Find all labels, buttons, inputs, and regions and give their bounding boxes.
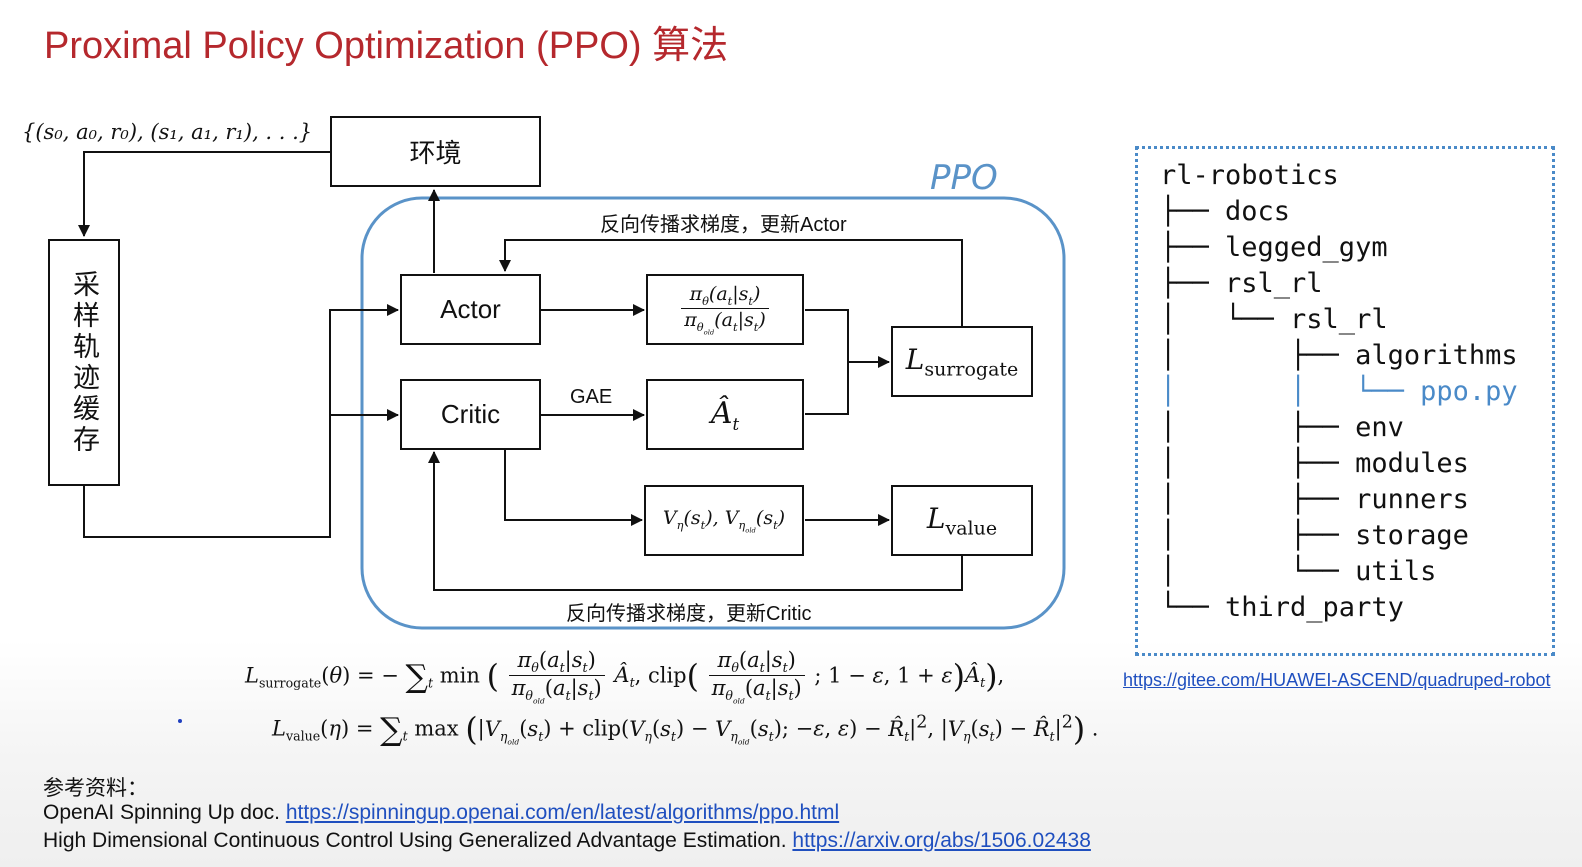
ref-2-link[interactable]: https://arxiv.org/abs/1506.02438 — [792, 829, 1090, 852]
gae-label: GAE — [570, 386, 613, 408]
ref-1-link[interactable]: https://spinningup.openai.com/en/latest/… — [286, 801, 839, 824]
value-formula-full: Lvalue(η) = ∑t max (|Vηold(st) + clip(Vη… — [272, 712, 1099, 748]
tree-line: │ ├── storage — [1160, 520, 1469, 551]
trajectory-buffer-box: 采样轨迹缓存 — [48, 239, 120, 486]
tree-line: └── third_party — [1160, 592, 1404, 623]
l-surrogate-sub: surrogate — [924, 358, 1019, 381]
tree-line: │ ├── env — [1160, 412, 1404, 443]
ref-1: OpenAI Spinning Up doc. https://spinning… — [43, 801, 839, 825]
env-box: 环境 — [330, 116, 541, 187]
ref-1-text: OpenAI Spinning Up doc. — [43, 801, 286, 824]
tree-line: ├── rsl_rl — [1160, 268, 1323, 299]
refs-heading: 参考资料： — [43, 777, 148, 800]
tree-line: │ └── utils — [1160, 556, 1437, 587]
actor-label: Actor — [440, 294, 501, 324]
ref-2: High Dimensional Continuous Control Usin… — [43, 829, 1091, 853]
critic-label: Critic — [440, 399, 501, 429]
l-surrogate-l: L — [905, 342, 925, 376]
ppo-label: PPO — [930, 158, 998, 198]
critic-box: Critic — [400, 379, 541, 450]
tree-line: ├── legged_gym — [1160, 232, 1388, 263]
env-label: 环境 — [409, 138, 462, 168]
tree-line: rl-robotics — [1160, 160, 1339, 191]
actor-box: Actor — [400, 274, 541, 345]
value-formula: Vη(st), Vηold(st) — [662, 506, 786, 535]
l-value-symbol: Lvalue — [927, 502, 997, 540]
l-surrogate-symbol: Lsurrogate — [906, 343, 1019, 381]
surrogate-formula: Lsurrogate(θ) = − ∑t min ( πθ(at|st) πθol… — [245, 648, 1005, 706]
buffer-label: 采样轨迹缓存 — [69, 269, 99, 456]
tree-line: │ ├── modules — [1160, 448, 1469, 479]
update-actor-label: 反向传播求梯度，更新Actor — [600, 214, 847, 236]
l-surrogate-box: Lsurrogate — [891, 326, 1033, 397]
tree-line: │ ├── algorithms — [1160, 340, 1518, 371]
tree-line-ppo: │ │ └── ppo.py — [1160, 376, 1518, 407]
advantage-box: Ât — [646, 379, 804, 450]
repo-link[interactable]: https://gitee.com/HUAWEI-ASCEND/quadrupe… — [1123, 670, 1551, 691]
l-value-box: Lvalue — [891, 485, 1033, 556]
ratio-formula: πθ(at|st) πθold(at|st) — [681, 283, 769, 336]
tree-line: │ ├── runners — [1160, 484, 1469, 515]
advantage-symbol: Ât — [710, 395, 740, 434]
update-critic-label: 反向传播求梯度，更新Critic — [566, 603, 812, 625]
trajectory-set: {(s₀, a₀, r₀), (s₁, a₁, r₁), . . .} — [22, 120, 313, 144]
l-value-sub: value — [945, 517, 998, 540]
ref-2-text: High Dimensional Continuous Control Usin… — [43, 829, 793, 852]
l-value-l: L — [926, 501, 946, 535]
value-box: Vη(st), Vηold(st) — [644, 485, 804, 556]
tree-line: │ └── rsl_rl — [1160, 304, 1388, 335]
tree-line: ├── docs — [1160, 196, 1291, 227]
ratio-box: πθ(at|st) πθold(at|st) — [646, 274, 804, 345]
